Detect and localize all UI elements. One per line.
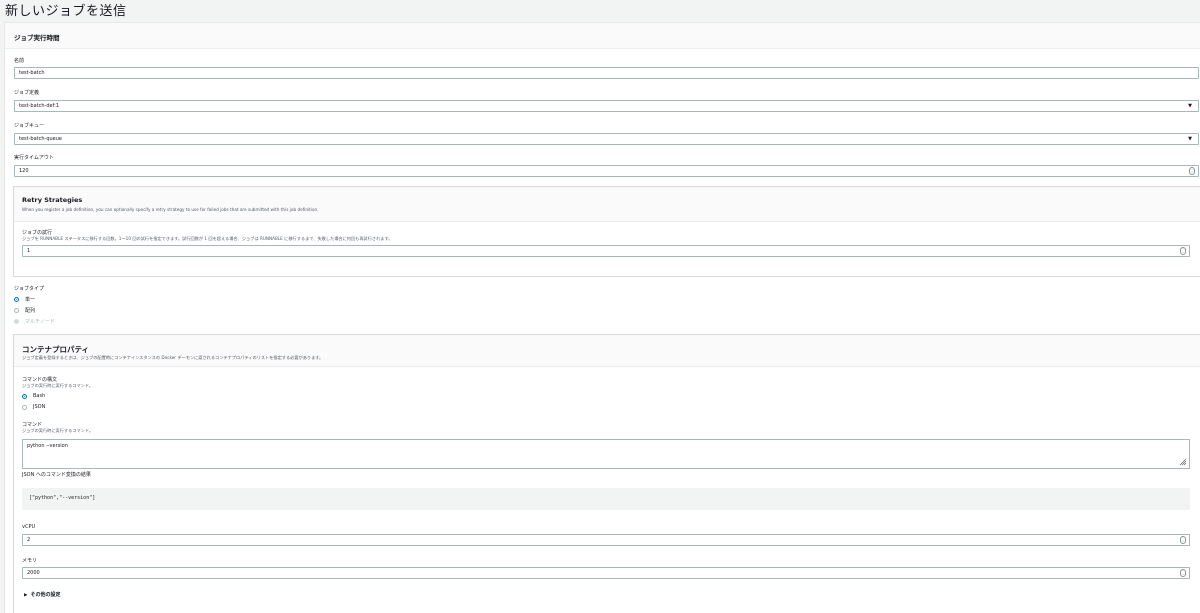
attempts-value: 1	[27, 248, 31, 254]
syntax-json-radio[interactable]	[22, 405, 27, 410]
memory-input[interactable]: 2000 ⌃ ⌄	[22, 567, 1190, 579]
attempts-label: ジョブの試行	[22, 230, 53, 236]
container-heading: コンテナプロパティ	[22, 345, 90, 354]
job-type-array-radio[interactable]	[14, 308, 19, 313]
name-input[interactable]: test-batch	[14, 67, 1199, 79]
timeout-label: 実行タイムアウト	[14, 155, 54, 161]
command-textarea[interactable]: python --version	[22, 439, 1190, 469]
job-runtime-heading: ジョブ実行時間	[14, 34, 60, 42]
number-spinner-icon[interactable]: ⌃ ⌄	[1180, 536, 1186, 544]
vcpu-input[interactable]: 2 ⌃ ⌄	[22, 534, 1190, 546]
command-value: python --version	[27, 443, 68, 449]
timeout-input[interactable]: 120 ⌃ ⌄	[14, 165, 1199, 177]
json-result-value: ["python","--version"]	[29, 495, 96, 501]
retry-header: Retry Strategies When you register a job…	[14, 187, 1200, 222]
job-type-multinode-radio	[14, 319, 19, 324]
retry-heading: Retry Strategies	[22, 196, 83, 204]
attempts-description: ジョブを RUNNABLE ステータスに移行する回数。1〜10 回の試行を指定で…	[22, 236, 393, 241]
caret-right-icon: ▶	[24, 593, 28, 598]
job-type-single-radio[interactable]	[14, 297, 19, 302]
caret-down-icon: ▼	[1188, 136, 1192, 142]
job-runtime-header: ジョブ実行時間	[5, 23, 1200, 49]
definition-label: ジョブ定義	[14, 90, 40, 96]
syntax-json-label: JSON	[33, 404, 46, 410]
container-header: コンテナプロパティ ジョブ定義を登録するときは、ジョブの配置時にコンテナインスタ…	[14, 335, 1200, 367]
other-settings-label: その他の設定	[30, 592, 61, 598]
other-settings-toggle[interactable]: ▶ その他の設定	[24, 591, 60, 598]
queue-label: ジョブキュー	[14, 123, 45, 129]
definition-value: test-batch-def:1	[19, 103, 60, 109]
name-label: 名前	[14, 58, 25, 64]
job-type-label: ジョブタイプ	[14, 286, 45, 292]
queue-value: test-batch-queue	[19, 136, 62, 142]
vcpu-value: 2	[27, 537, 31, 543]
json-result-box: ["python","--version"]	[22, 488, 1190, 510]
retry-strategies-panel: Retry Strategies When you register a job…	[13, 186, 1200, 277]
caret-down-icon: ▼	[1188, 103, 1192, 109]
queue-select[interactable]: test-batch-queue ▼	[14, 133, 1199, 145]
timeout-value: 120	[19, 168, 29, 174]
command-description: ジョブの実行時に実行するコマンド。	[22, 428, 94, 433]
memory-label: メモリ	[22, 558, 38, 564]
command-label: コマンド	[22, 422, 43, 428]
container-properties-panel: コンテナプロパティ ジョブ定義を登録するときは、ジョブの配置時にコンテナインスタ…	[13, 334, 1200, 613]
page-title: 新しいジョブを送信	[5, 4, 127, 19]
json-result-label: JSON へのコマンド変換の結果	[22, 472, 91, 478]
syntax-description: ジョブの実行時に実行するコマンド。	[22, 383, 94, 388]
number-spinner-icon[interactable]: ⌃ ⌄	[1180, 569, 1186, 577]
syntax-bash-label: Bash	[33, 393, 46, 399]
job-type-multinode-label: マルチノード	[25, 319, 55, 325]
name-value: test-batch	[19, 70, 45, 76]
memory-value: 2000	[27, 570, 40, 576]
attempts-input[interactable]: 1 ⌃ ⌄	[22, 245, 1190, 257]
number-spinner-icon[interactable]: ⌃ ⌄	[1180, 247, 1186, 255]
syntax-bash-radio[interactable]	[22, 394, 27, 399]
number-spinner-icon[interactable]: ⌃ ⌄	[1189, 167, 1195, 175]
definition-select[interactable]: test-batch-def:1 ▼	[14, 100, 1199, 112]
syntax-label: コマンドの構文	[22, 377, 58, 383]
job-runtime-panel: ジョブ実行時間 名前 test-batch ジョブ定義 test-batch-d…	[4, 22, 1200, 613]
job-type-single-label: 単一	[25, 297, 36, 303]
resize-grip-icon[interactable]	[1179, 458, 1187, 466]
vcpu-label: vCPU	[22, 524, 36, 530]
retry-description: When you register a job definition, you …	[22, 207, 319, 212]
job-type-array-label: 配列	[25, 308, 36, 314]
container-description: ジョブ定義を登録するときは、ジョブの配置時にコンテナインスタンスの Docker…	[22, 355, 324, 360]
